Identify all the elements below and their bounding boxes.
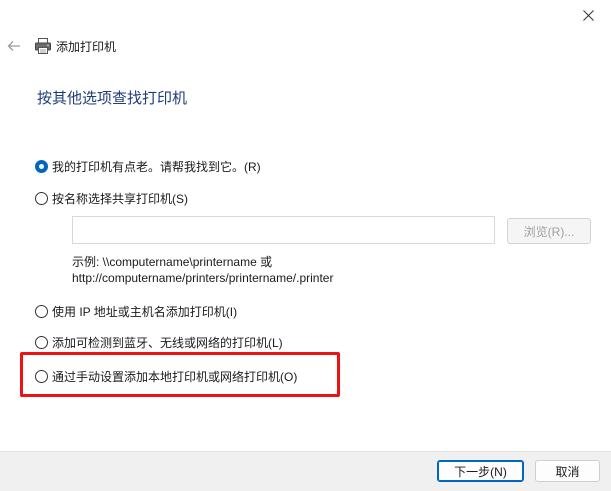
- option-bluetooth-wireless[interactable]: 添加可检测到蓝牙、无线或网络的打印机(L): [35, 333, 283, 351]
- example-text-line1: 示例: \\computername\printername 或: [72, 255, 273, 269]
- back-button[interactable]: [4, 34, 24, 58]
- radio-ip-hostname[interactable]: [35, 304, 48, 318]
- browse-button[interactable]: 浏览(R)...: [507, 218, 591, 244]
- option-ip-hostname-label: 使用 IP 地址或主机名添加打印机(I): [52, 304, 238, 319]
- radio-bluetooth-wireless[interactable]: [35, 335, 48, 349]
- dialog-footer: 下一步(N) 取消: [0, 451, 611, 491]
- next-button[interactable]: 下一步(N): [437, 460, 524, 482]
- window-title: 添加打印机: [56, 40, 117, 54]
- option-ip-hostname[interactable]: 使用 IP 地址或主机名添加打印机(I): [35, 302, 237, 320]
- page-title: 按其他选项查找打印机: [37, 90, 188, 107]
- window-header: 添加打印机: [0, 34, 300, 58]
- close-icon: [582, 9, 594, 21]
- radio-shared-by-name[interactable]: [35, 191, 48, 205]
- radio-old-printer[interactable]: [35, 159, 48, 173]
- cancel-button[interactable]: 取消: [535, 460, 600, 482]
- close-button[interactable]: [565, 0, 611, 30]
- option-manual-local-label: 通过手动设置添加本地打印机或网络打印机(O): [52, 369, 298, 384]
- option-shared-by-name-label: 按名称选择共享打印机(S): [52, 191, 188, 206]
- option-old-printer[interactable]: 我的打印机有点老。请帮我找到它。(R): [35, 157, 261, 175]
- option-manual-local[interactable]: 通过手动设置添加本地打印机或网络打印机(O): [35, 367, 297, 385]
- radio-manual-local[interactable]: [35, 369, 48, 383]
- shared-printer-name-input[interactable]: [72, 216, 495, 244]
- arrow-left-icon: [7, 41, 20, 51]
- option-shared-by-name[interactable]: 按名称选择共享打印机(S): [35, 189, 188, 207]
- option-bluetooth-wireless-label: 添加可检测到蓝牙、无线或网络的打印机(L): [52, 335, 283, 350]
- printer-icon: [35, 38, 51, 54]
- option-old-printer-label: 我的打印机有点老。请帮我找到它。(R): [52, 159, 261, 174]
- example-text-line2: http://computername/printers/printername…: [72, 271, 334, 285]
- add-printer-window: 添加打印机 按其他选项查找打印机 我的打印机有点老。请帮我找到它。(R) 按名称…: [0, 0, 611, 491]
